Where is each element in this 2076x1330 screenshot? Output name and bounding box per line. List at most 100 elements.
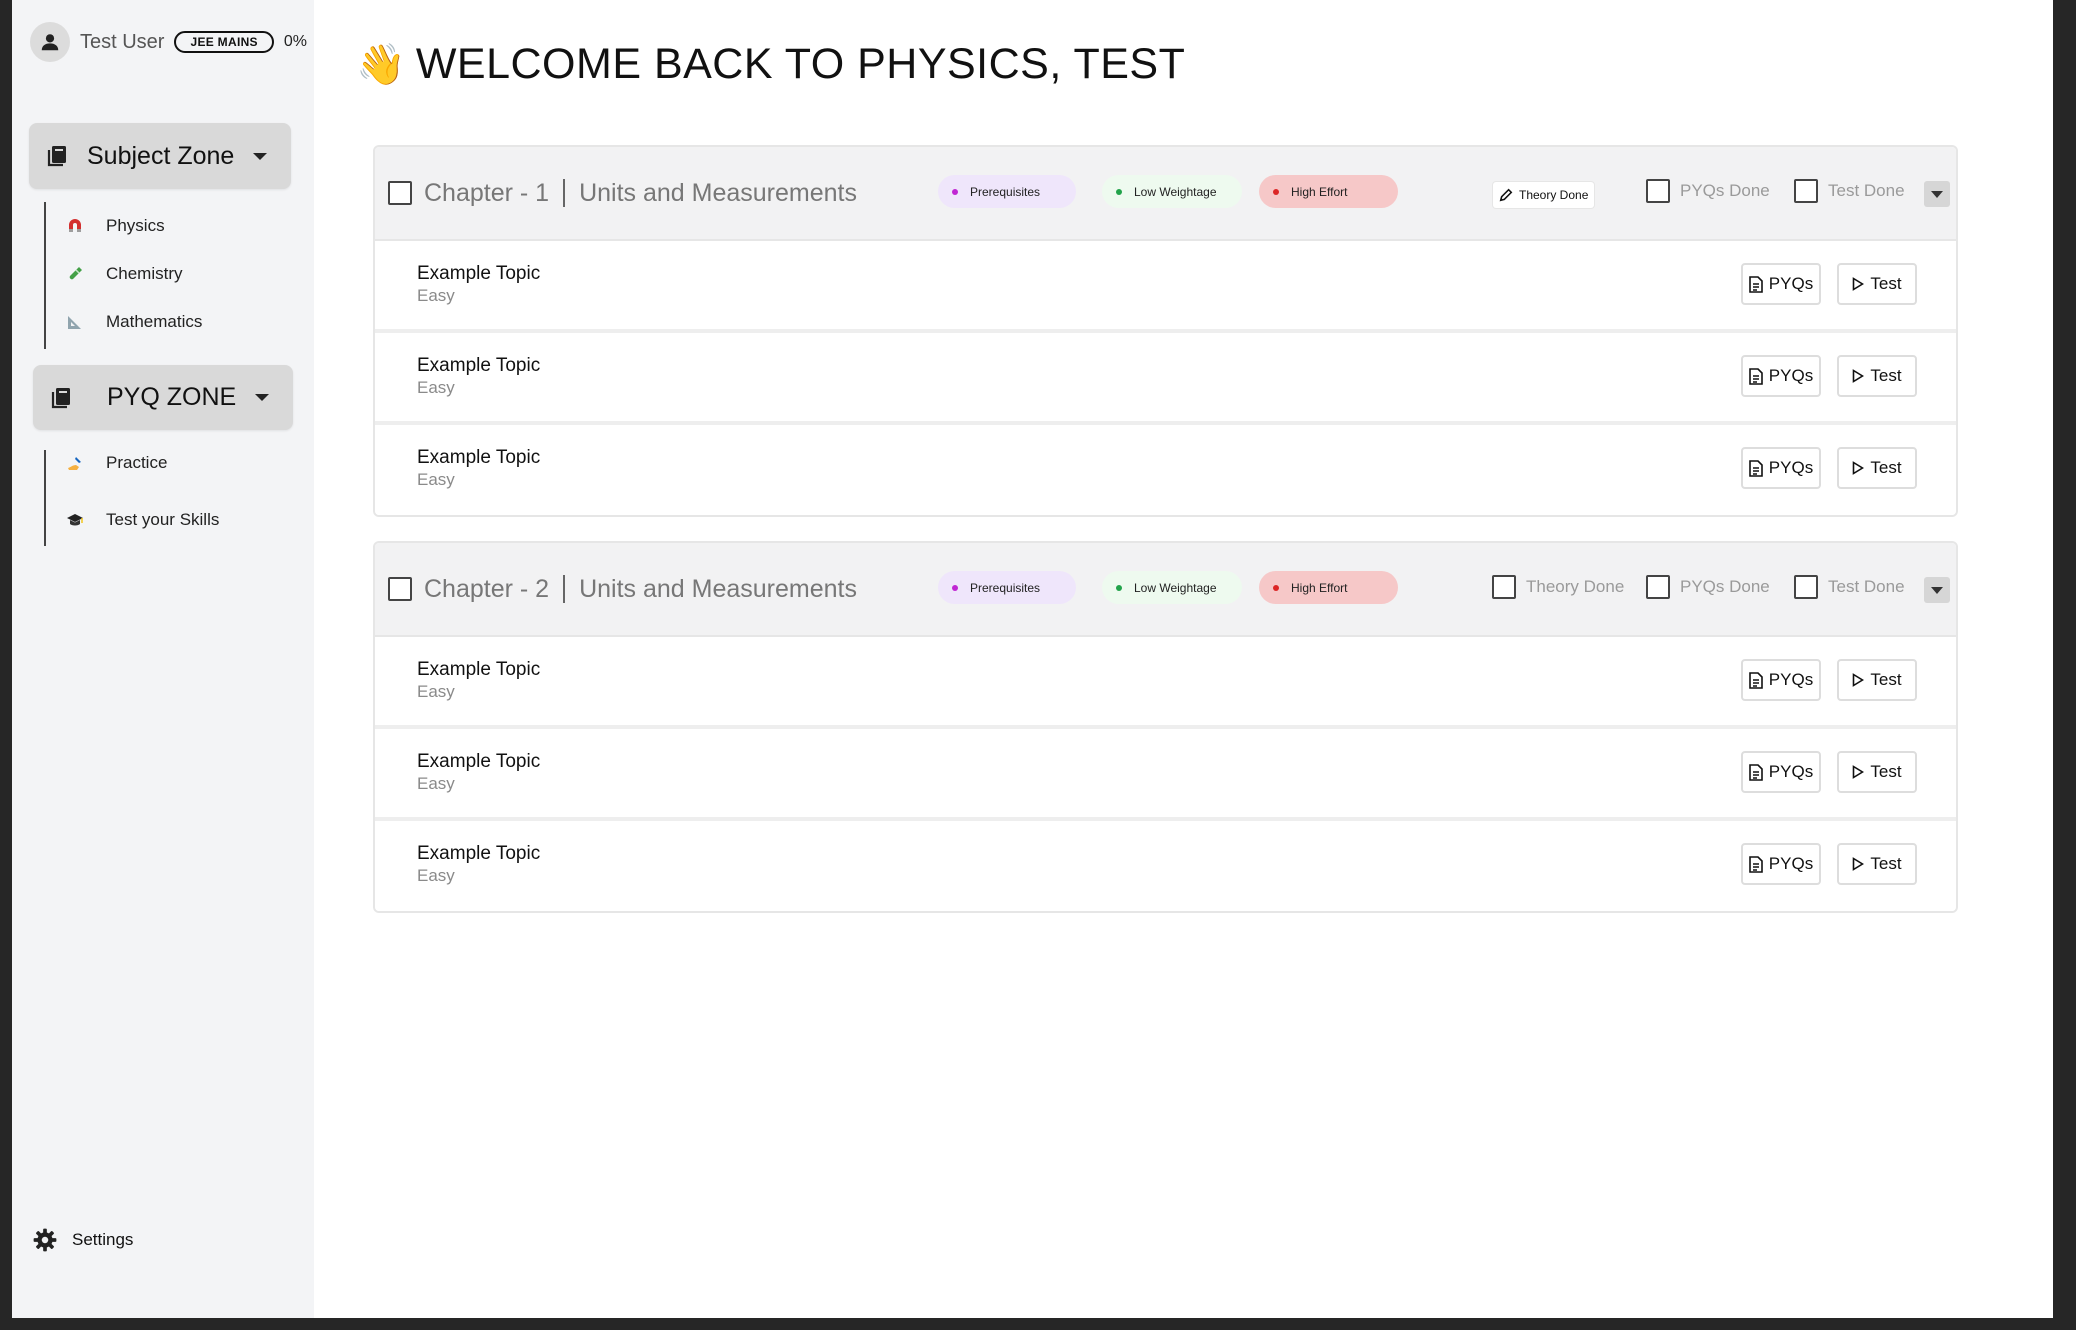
topic-difficulty: Easy [417, 286, 455, 305]
sidebar-item-label: Mathematics [106, 312, 203, 331]
document-icon [1748, 367, 1763, 385]
theory-done-toggle[interactable]: Theory Done [1492, 575, 1624, 599]
test-button[interactable]: Test [1837, 659, 1917, 701]
theory-done-checkbox[interactable] [1492, 575, 1516, 599]
title-divider [563, 575, 566, 603]
chapter-number: Chapter - 2 [424, 574, 550, 603]
document-icon [1748, 763, 1763, 781]
topic-row: Example Topic Easy PYQs Test [375, 729, 1956, 821]
topic-name: Example Topic [417, 447, 541, 468]
tag-label: High Effort [1291, 580, 1348, 595]
weightage-tag: Low Weightage [1102, 571, 1242, 604]
pyqs-done-label: PYQs Done [1680, 181, 1770, 200]
sidebar-item-label: Physics [106, 216, 165, 235]
prerequisites-tag[interactable]: Prerequisites [938, 175, 1076, 208]
topic-difficulty: Easy [417, 774, 455, 793]
pyqs-done-toggle[interactable]: PYQs Done [1646, 179, 1770, 203]
theory-done-label: Theory Done [1519, 188, 1589, 202]
pyqs-button[interactable]: PYQs [1741, 355, 1821, 397]
tag-label: Prerequisites [970, 580, 1041, 595]
sidebar-item-chemistry[interactable]: Chemistry [46, 264, 183, 284]
document-icon [1748, 855, 1763, 873]
app-window: Test User JEE MAINS 0% Subject Zone Phys… [12, 0, 2053, 1318]
chapter-header[interactable]: Chapter - 2 Units and Measurements Prere… [375, 543, 1956, 637]
subject-zone-button[interactable]: Subject Zone [29, 123, 291, 189]
progress-percent: 0% [283, 33, 307, 50]
pyqs-button[interactable]: PYQs [1741, 659, 1821, 701]
pyqs-button[interactable]: PYQs [1741, 751, 1821, 793]
welcome-heading: WELCOME BACK TO PHYSICS, TEST [415, 40, 1186, 88]
topic-name: Example Topic [417, 843, 541, 864]
pyq-zone-label: PYQ ZONE [107, 383, 237, 411]
settings-button[interactable]: Settings [32, 1227, 133, 1253]
test-button-label: Test [1870, 458, 1902, 477]
topic-difficulty: Easy [417, 470, 455, 489]
pyqs-done-checkbox[interactable] [1646, 575, 1670, 599]
topic-name: Example Topic [417, 355, 541, 376]
topic-row: Example Topic Easy PYQs Test [375, 821, 1956, 911]
pyq-nav-list: Practice Test your Skills [44, 450, 219, 546]
sidebar: Test User JEE MAINS 0% Subject Zone Phys… [12, 0, 314, 1318]
effort-tag: High Effort [1259, 175, 1398, 208]
topic-name: Example Topic [417, 263, 541, 284]
test-button[interactable]: Test [1837, 751, 1917, 793]
pyqs-button-label: PYQs [1768, 274, 1814, 293]
tag-dot-icon [1273, 584, 1279, 591]
set-square-icon [66, 313, 84, 331]
test-done-checkbox[interactable] [1794, 179, 1818, 203]
expand-chapter-button[interactable] [1924, 577, 1950, 603]
topic-name: Example Topic [417, 751, 541, 772]
pyqs-button[interactable]: PYQs [1741, 263, 1821, 305]
test-done-checkbox[interactable] [1794, 575, 1818, 599]
pyq-zone-button[interactable]: PYQ ZONE [33, 365, 293, 430]
test-tube-icon [66, 265, 84, 283]
theory-done-label: Theory Done [1526, 577, 1625, 596]
sidebar-item-physics[interactable]: Physics [46, 216, 165, 236]
chapter-number: Chapter - 1 [424, 178, 550, 207]
chevron-down-icon [1931, 190, 1943, 198]
test-button[interactable]: Test [1837, 355, 1917, 397]
prerequisites-tag[interactable]: Prerequisites [938, 571, 1076, 604]
chapter-name: Units and Measurements [579, 178, 857, 207]
topic-row: Example Topic Easy PYQs Test [375, 241, 1956, 333]
sidebar-item-label: Test your Skills [106, 510, 220, 529]
play-icon [1853, 765, 1865, 779]
subject-nav-list: Physics Chemistry Mathematics [44, 202, 202, 349]
pyqs-button[interactable]: PYQs [1741, 447, 1821, 489]
chapter-complete-checkbox[interactable] [388, 577, 412, 601]
sidebar-item-mathematics[interactable]: Mathematics [46, 312, 202, 332]
chapter-header[interactable]: Chapter - 1 Units and Measurements Prere… [375, 147, 1956, 241]
sidebar-item-practice[interactable]: Practice [46, 453, 167, 473]
test-done-toggle[interactable]: Test Done [1794, 575, 1905, 599]
pyqs-done-checkbox[interactable] [1646, 179, 1670, 203]
page-title: 👋 WELCOME BACK TO PHYSICS, TEST [356, 40, 1185, 89]
topic-row: Example Topic Easy PYQs Test [375, 333, 1956, 425]
pyqs-button-label: PYQs [1768, 366, 1814, 385]
sidebar-item-test-your-skills[interactable]: Test your Skills [46, 510, 219, 530]
pyqs-done-label: PYQs Done [1680, 577, 1770, 596]
topic-difficulty: Easy [417, 866, 455, 885]
tag-label: Low Weightage [1134, 184, 1217, 199]
document-icon [1748, 459, 1763, 477]
test-done-toggle[interactable]: Test Done [1794, 179, 1905, 203]
pyqs-done-toggle[interactable]: PYQs Done [1646, 575, 1770, 599]
tag-dot-icon [1273, 188, 1279, 195]
pyqs-button[interactable]: PYQs [1741, 843, 1821, 885]
test-done-label: Test Done [1828, 181, 1905, 200]
weightage-tag: Low Weightage [1102, 175, 1242, 208]
user-profile[interactable]: Test User JEE MAINS 0% [30, 22, 307, 62]
test-done-label: Test Done [1828, 577, 1905, 596]
chapter-complete-checkbox[interactable] [388, 181, 412, 205]
chapter-title: Chapter - 2 Units and Measurements [424, 575, 857, 604]
tag-dot-icon [1116, 584, 1122, 591]
magnet-icon [66, 217, 84, 235]
test-button[interactable]: Test [1837, 447, 1917, 489]
test-button[interactable]: Test [1837, 843, 1917, 885]
test-button-label: Test [1870, 854, 1902, 873]
theory-done-button[interactable]: Theory Done [1493, 182, 1595, 208]
document-icon [1748, 671, 1763, 689]
topic-difficulty: Easy [417, 682, 455, 701]
expand-chapter-button[interactable] [1924, 181, 1950, 207]
test-button[interactable]: Test [1837, 263, 1917, 305]
play-icon [1853, 857, 1865, 871]
